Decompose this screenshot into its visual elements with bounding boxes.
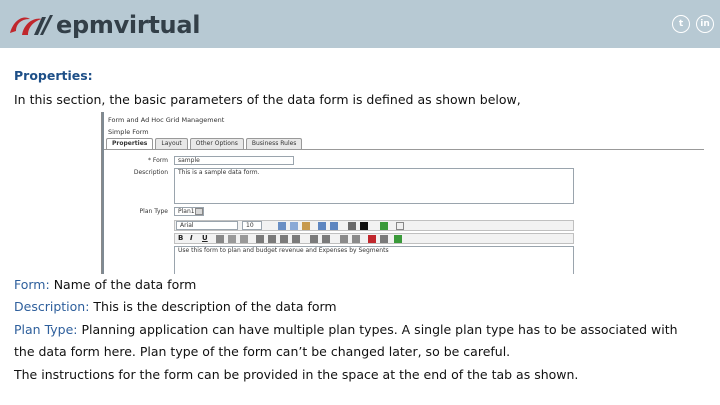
cut-icon[interactable]	[278, 222, 286, 230]
align-center-icon[interactable]	[268, 235, 276, 243]
justify-icon[interactable]	[292, 235, 300, 243]
logo-mark-icon	[8, 11, 54, 39]
table-icon[interactable]	[318, 222, 326, 230]
paste-icon[interactable]	[302, 222, 310, 230]
image-icon[interactable]	[330, 222, 338, 230]
instructions-explanation: The instructions for the form can be pro…	[14, 367, 579, 382]
section-heading: Properties:	[14, 68, 93, 83]
indent-icon[interactable]	[352, 235, 360, 243]
find-icon[interactable]	[394, 235, 402, 243]
copy-icon[interactable]	[290, 222, 298, 230]
form-name-input[interactable]: sample	[174, 156, 294, 165]
screenshot-subtitle: Simple Form	[108, 128, 149, 136]
description-explanation-label: Description:	[14, 299, 90, 314]
linkedin-icon[interactable]: in	[696, 15, 714, 33]
strikethrough-icon[interactable]	[216, 235, 224, 243]
form-explanation: Form: Name of the data form	[14, 276, 196, 294]
unlink-icon[interactable]	[380, 235, 388, 243]
subscript-icon[interactable]	[228, 235, 236, 243]
instructions-editor[interactable]: Use this form to plan and budget revenue…	[174, 246, 574, 274]
form-explanation-text: Name of the data form	[53, 277, 197, 292]
font-select[interactable]: Arial	[176, 221, 238, 230]
align-right-icon[interactable]	[280, 235, 288, 243]
embedded-screenshot: Form and Ad Hoc Grid Management Simple F…	[101, 112, 709, 274]
twitter-icon[interactable]: t	[672, 15, 690, 33]
chevron-down-icon[interactable]	[195, 208, 203, 215]
checkbox-icon[interactable]	[396, 222, 404, 230]
description-field-label: Description	[133, 169, 168, 176]
bullet-list-icon[interactable]	[310, 235, 318, 243]
spellcheck-icon[interactable]	[380, 222, 388, 230]
screenshot-edge	[102, 112, 104, 274]
screenshot-title: Form and Ad Hoc Grid Management	[108, 116, 225, 124]
twitter-glyph: t	[678, 19, 684, 29]
outdent-icon[interactable]	[340, 235, 348, 243]
linkedin-glyph: in	[700, 19, 710, 29]
intro-text: In this section, the basic parameters of…	[14, 92, 521, 107]
font-color-icon[interactable]	[348, 222, 356, 230]
link-icon[interactable]	[368, 235, 376, 243]
plan-type-field-label: Plan Type	[139, 208, 168, 215]
align-left-icon[interactable]	[256, 235, 264, 243]
description-explanation-text: This is the description of the data form	[93, 299, 337, 314]
description-textarea[interactable]: This is a sample data form.	[174, 168, 574, 204]
numbered-list-icon[interactable]	[322, 235, 330, 243]
description-explanation: Description: This is the description of …	[14, 298, 337, 316]
italic-icon[interactable]: I	[190, 234, 193, 242]
superscript-icon[interactable]	[240, 235, 248, 243]
epmvirtual-logo[interactable]: epmvirtual	[8, 10, 200, 40]
form-explanation-label: Form:	[14, 277, 50, 292]
plan-type-explanation-text-1: Planning application can have multiple p…	[81, 322, 678, 337]
plan-type-explanation-continued: the data form here. Plan type of the for…	[14, 344, 511, 359]
logo-text: epmvirtual	[56, 11, 201, 39]
form-field-label: * Form	[147, 157, 168, 164]
plan-type-explanation-label: Plan Type:	[14, 322, 78, 337]
font-size-select[interactable]: 10	[242, 221, 262, 230]
tab-divider	[104, 149, 704, 150]
site-header: epmvirtual t in	[0, 0, 720, 48]
plan-type-explanation: Plan Type: Planning application can have…	[14, 321, 678, 339]
background-color-icon[interactable]	[360, 222, 368, 230]
underline-icon[interactable]: U	[202, 234, 208, 242]
bold-icon[interactable]: B	[178, 234, 183, 242]
